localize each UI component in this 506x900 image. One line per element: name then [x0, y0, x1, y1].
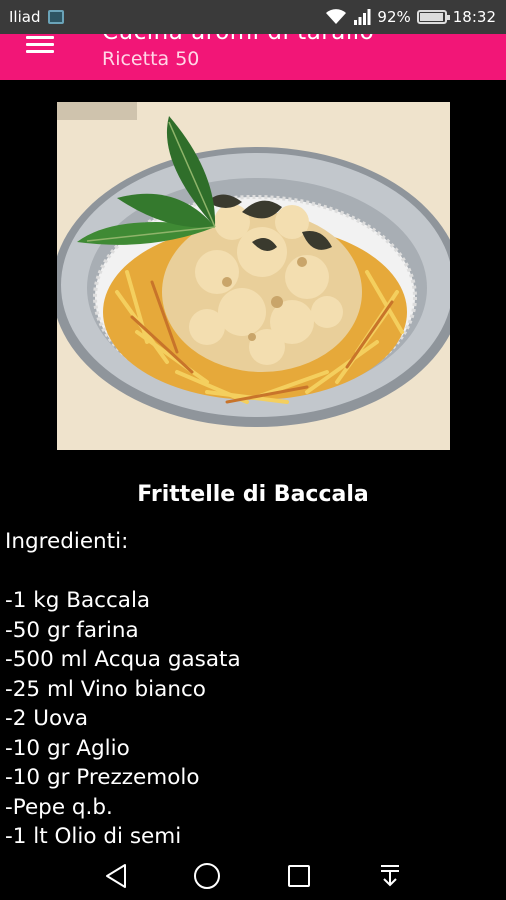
- recipe-photo: [57, 102, 450, 450]
- ingredient-line: -50 gr farina: [5, 617, 139, 643]
- recents-icon[interactable]: [279, 856, 319, 896]
- app-title: Cucina aromi di tarallo: [102, 34, 374, 45]
- status-bar: Iliad 92% 18:32: [0, 0, 506, 34]
- ingredient-line: -2 Uova: [5, 706, 89, 731]
- home-icon[interactable]: [187, 856, 227, 896]
- battery-percent: 92%: [377, 8, 411, 26]
- app-bar: Cucina aromi di tarallo Ricetta 50: [0, 34, 506, 80]
- ingredient-line: -10 gr Aglio: [5, 735, 130, 761]
- ingredient-line: -1 lt Olio di semi: [5, 824, 182, 849]
- back-icon[interactable]: [96, 856, 136, 896]
- ingredient-line: -500 ml Acqua gasata: [5, 647, 241, 672]
- recipe-title: Frittelle di Baccala: [137, 482, 369, 507]
- wifi-icon: [326, 9, 347, 24]
- clock: 18:32: [452, 8, 496, 26]
- signal-icon: [354, 9, 371, 25]
- menu-icon[interactable]: [26, 36, 54, 54]
- ingredients-heading: Ingredienti:: [5, 529, 129, 554]
- ingredient-line: -Pepe q.b.: [5, 794, 113, 820]
- recipe-ingredients: Ingredienti: -1 kg Baccala -50 gr farina…: [5, 527, 501, 852]
- notification-pulldown-icon[interactable]: [370, 856, 410, 896]
- app-subtitle: Ricetta 50: [102, 48, 200, 70]
- ingredient-line: -1 kg Baccala: [5, 588, 151, 613]
- gallery-notification-icon: [48, 10, 65, 24]
- carrier-label: Iliad: [9, 8, 41, 26]
- battery-icon: [416, 10, 450, 24]
- ingredient-line: -25 ml Vino bianco: [5, 676, 206, 702]
- navigation-bar: [0, 852, 506, 900]
- ingredient-line: -10 gr Prezzemolo: [5, 765, 200, 790]
